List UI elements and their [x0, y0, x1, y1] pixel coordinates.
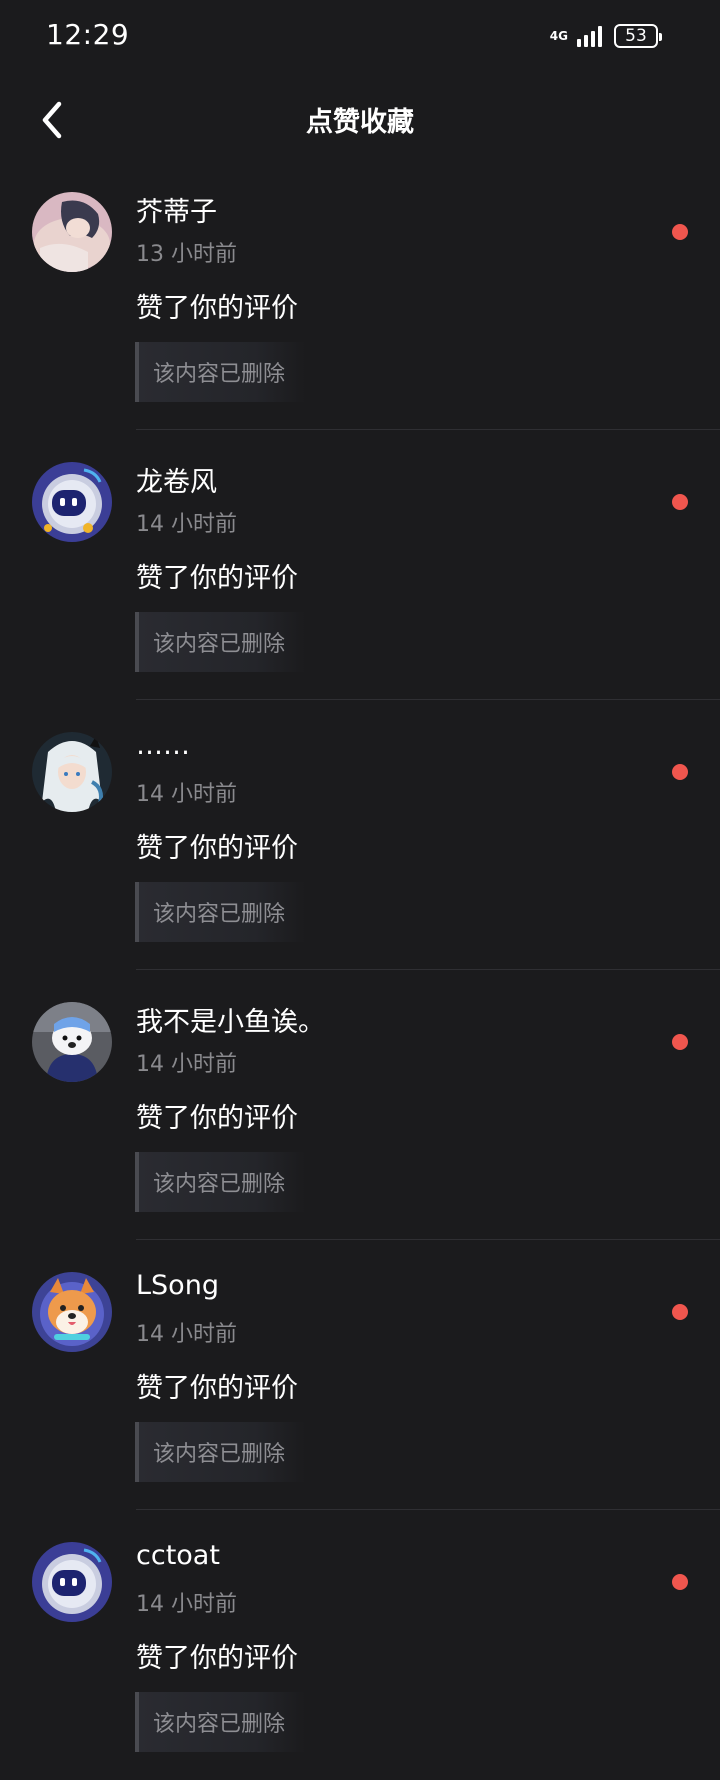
list-item[interactable]: cctoat 14 小时前 赞了你的评价 该内容已删除 [0, 1510, 720, 1780]
page-title: 点赞收藏 [306, 107, 414, 138]
anime-sleeping-avatar-icon [32, 192, 112, 272]
avatar[interactable] [32, 1272, 112, 1352]
quoted-content-text: 该内容已删除 [153, 902, 286, 927]
unread-dot [672, 1304, 688, 1320]
unread-dot [672, 224, 688, 240]
network-type: 4G [549, 28, 568, 43]
user-name[interactable]: LSong [136, 1270, 219, 1301]
timestamp: 14 小时前 [136, 1592, 237, 1617]
timestamp: 14 小时前 [136, 782, 237, 807]
notification-list[interactable]: 芥蒂子 13 小时前 赞了你的评价 该内容已删除 龙卷风 14 小时前 赞了你的… [0, 160, 720, 1780]
quoted-content-text: 该内容已删除 [153, 1712, 286, 1737]
status-icons: 4G 53 [549, 22, 662, 50]
list-item[interactable]: 我不是小鱼诶。 14 小时前 赞了你的评价 该内容已删除 [0, 970, 720, 1240]
user-name[interactable]: cctoat [136, 1540, 220, 1571]
action-text: 赞了你的评价 [136, 1373, 298, 1404]
battery-level: 53 [625, 26, 647, 46]
battery-icon: 53 [614, 24, 662, 48]
avatar[interactable] [32, 462, 112, 542]
quoted-content[interactable]: 该内容已删除 [135, 1152, 305, 1212]
list-item[interactable]: 龙卷风 14 小时前 赞了你的评价 该内容已删除 [0, 430, 720, 700]
quoted-content[interactable]: 该内容已删除 [135, 1422, 305, 1482]
user-name[interactable]: 龙卷风 [136, 460, 217, 499]
quoted-content[interactable]: 该内容已删除 [135, 1692, 305, 1752]
status-time: 12:29 [46, 18, 130, 51]
quoted-content[interactable]: 该内容已删除 [135, 882, 305, 942]
quoted-content-text: 该内容已删除 [153, 362, 286, 387]
action-text: 赞了你的评价 [136, 563, 298, 594]
avatar[interactable] [32, 1542, 112, 1622]
anime-white-hair-avatar-icon [32, 732, 112, 812]
shiba-avatar-icon [32, 1272, 112, 1352]
avatar[interactable] [32, 1002, 112, 1082]
timestamp: 14 小时前 [136, 1052, 237, 1077]
robot-avatar-icon [32, 1542, 112, 1622]
list-item[interactable]: LSong 14 小时前 赞了你的评价 该内容已删除 [0, 1240, 720, 1510]
avatar[interactable] [32, 732, 112, 812]
unread-dot [672, 1034, 688, 1050]
timestamp: 13 小时前 [136, 242, 237, 267]
status-bar: 12:29 4G 53 [0, 0, 720, 76]
unread-dot [672, 494, 688, 510]
unread-dot [672, 1574, 688, 1590]
nav-bar: 点赞收藏 [0, 80, 720, 160]
quoted-content-text: 该内容已删除 [153, 1442, 286, 1467]
user-name[interactable]: 芥蒂子 [136, 190, 217, 229]
unread-dot [672, 764, 688, 780]
user-name[interactable]: 我不是小鱼诶。 [136, 1000, 325, 1039]
quoted-content-text: 该内容已删除 [153, 1172, 286, 1197]
action-text: 赞了你的评价 [136, 833, 298, 864]
avatar[interactable] [32, 192, 112, 272]
quoted-content[interactable]: 该内容已删除 [135, 342, 305, 402]
timestamp: 14 小时前 [136, 1322, 237, 1347]
plush-dog-avatar-icon [32, 1002, 112, 1082]
quoted-content[interactable]: 该内容已删除 [135, 612, 305, 672]
list-item[interactable]: 芥蒂子 13 小时前 赞了你的评价 该内容已删除 [0, 160, 720, 430]
user-name[interactable]: …… [136, 730, 190, 761]
signal-icon [577, 26, 602, 47]
quoted-content-text: 该内容已删除 [153, 632, 286, 657]
action-text: 赞了你的评价 [136, 293, 298, 324]
action-text: 赞了你的评价 [136, 1103, 298, 1134]
list-item[interactable]: …… 14 小时前 赞了你的评价 该内容已删除 [0, 700, 720, 970]
timestamp: 14 小时前 [136, 512, 237, 537]
action-text: 赞了你的评价 [136, 1643, 298, 1674]
robot-avatar-icon [32, 462, 112, 542]
